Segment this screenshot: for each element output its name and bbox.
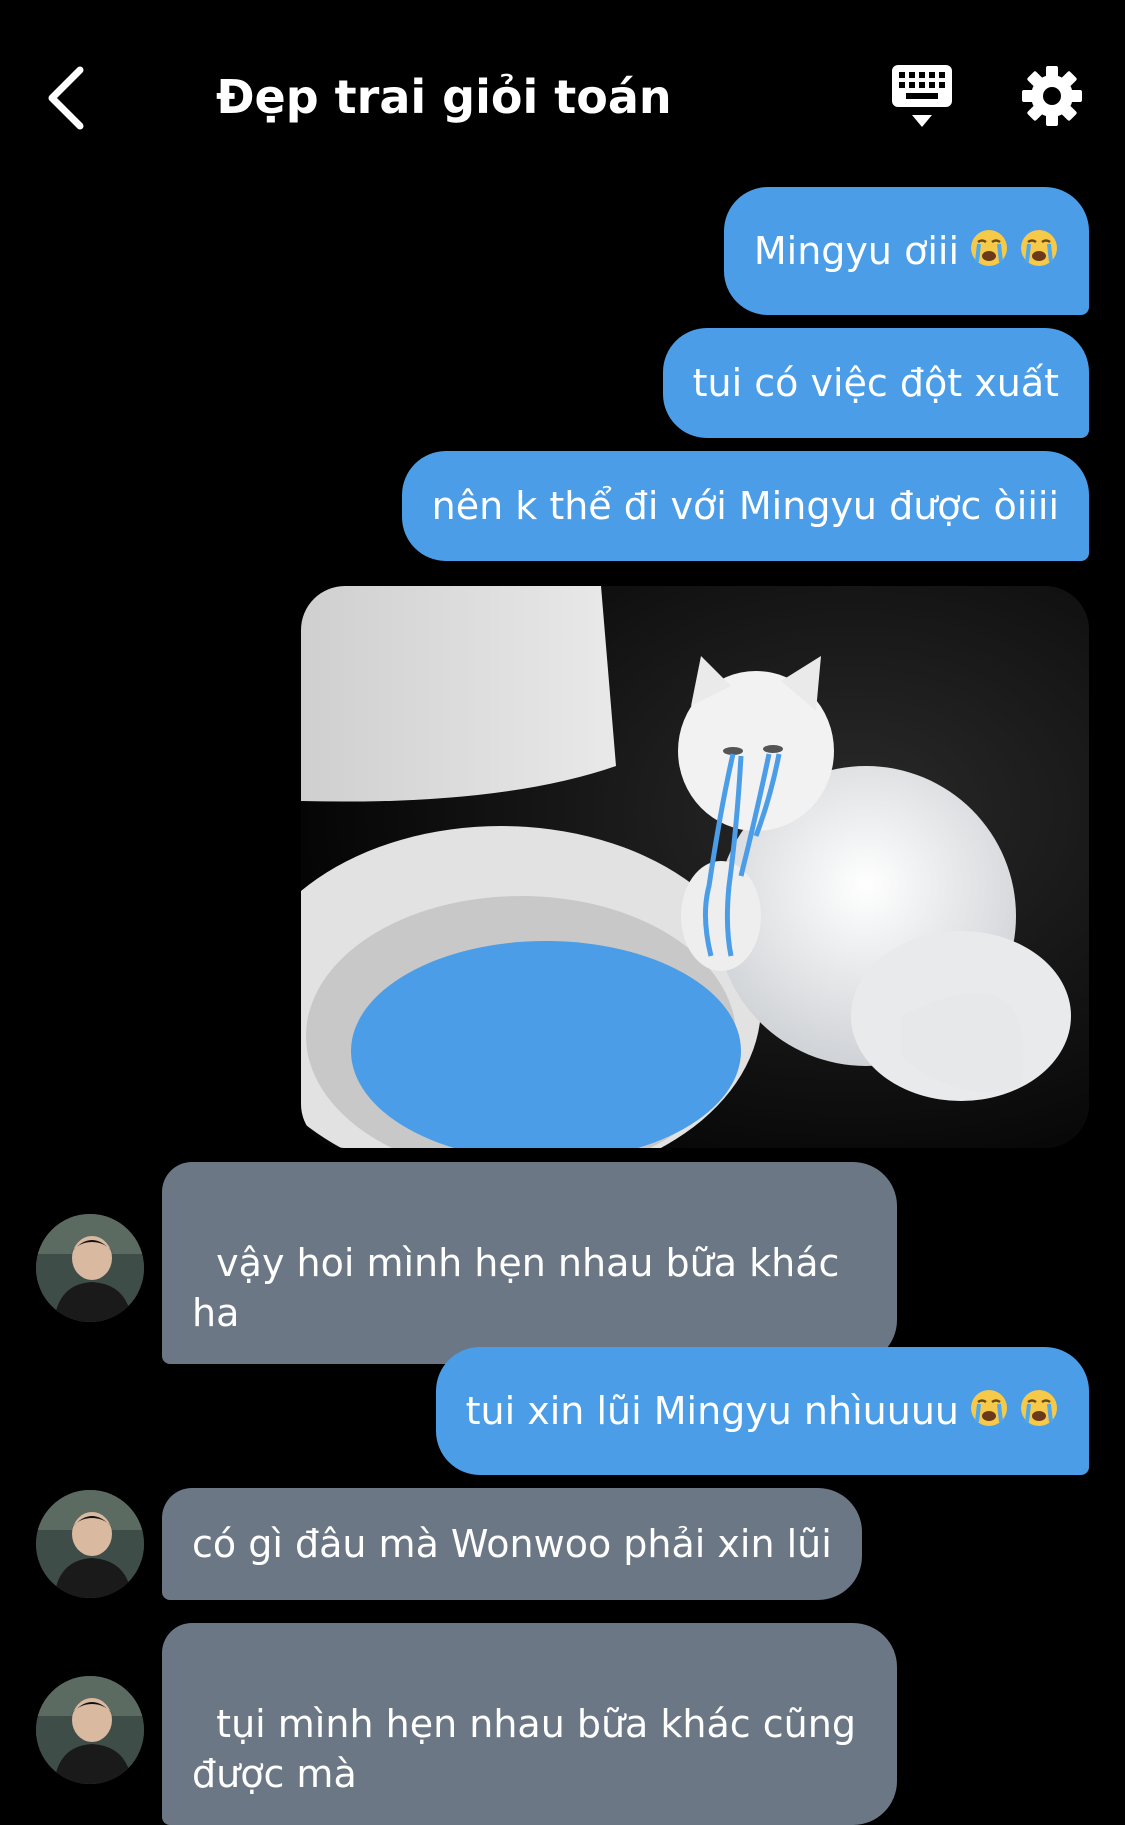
chevron-left-icon: [48, 66, 84, 130]
chat-header: Đẹp trai giỏi toán: [0, 0, 1125, 190]
contact-avatar-icon: [36, 1676, 144, 1784]
avatar[interactable]: [36, 1490, 144, 1598]
outgoing-message[interactable]: Mingyu ơiii: [723, 187, 1089, 315]
message-text: Mingyu ơiii: [753, 229, 959, 273]
crying-cat-image: [301, 586, 1089, 1148]
chat-title: Đẹp trai giỏi toán: [216, 70, 672, 124]
avatar[interactable]: [36, 1214, 144, 1322]
message-text: tụi mình hẹn nhau bữa khác cũng được mà: [192, 1702, 856, 1796]
message-text: nên k thể đi với Mingyu được òiiii: [431, 484, 1059, 528]
contact-avatar-icon: [36, 1214, 144, 1322]
incoming-message[interactable]: tụi mình hẹn nhau bữa khác cũng được mà: [162, 1623, 897, 1825]
message-text: tui có việc đột xuất: [692, 361, 1059, 405]
incoming-message[interactable]: có gì đâu mà Wonwoo phải xin lũi: [162, 1488, 862, 1600]
avatar[interactable]: [36, 1676, 144, 1784]
crying-face-icon: [971, 1390, 1007, 1426]
crying-face-icon: [971, 230, 1007, 266]
outgoing-message[interactable]: tui xin lũi Mingyu nhìuuuu: [435, 1347, 1089, 1475]
contact-avatar-icon: [36, 1490, 144, 1598]
outgoing-message[interactable]: tui có việc đột xuất: [662, 328, 1089, 438]
settings-button[interactable]: [1016, 56, 1088, 136]
keyboard-button[interactable]: [872, 60, 972, 134]
outgoing-message[interactable]: nên k thể đi với Mingyu được òiiii: [401, 451, 1089, 561]
message-text: vậy hoi mình hẹn nhau bữa khác ha: [192, 1241, 840, 1335]
back-button[interactable]: [36, 58, 96, 138]
incoming-message[interactable]: vậy hoi mình hẹn nhau bữa khác ha: [162, 1162, 897, 1364]
message-text: tui xin lũi Mingyu nhìuuuu: [465, 1389, 959, 1433]
keyboard-hide-icon: [892, 65, 952, 127]
crying-face-icon: [1021, 1390, 1057, 1426]
crying-face-icon: [1021, 230, 1057, 266]
message-text: có gì đâu mà Wonwoo phải xin lũi: [192, 1522, 832, 1566]
gear-icon: [1022, 66, 1082, 126]
image-message[interactable]: [301, 586, 1089, 1148]
